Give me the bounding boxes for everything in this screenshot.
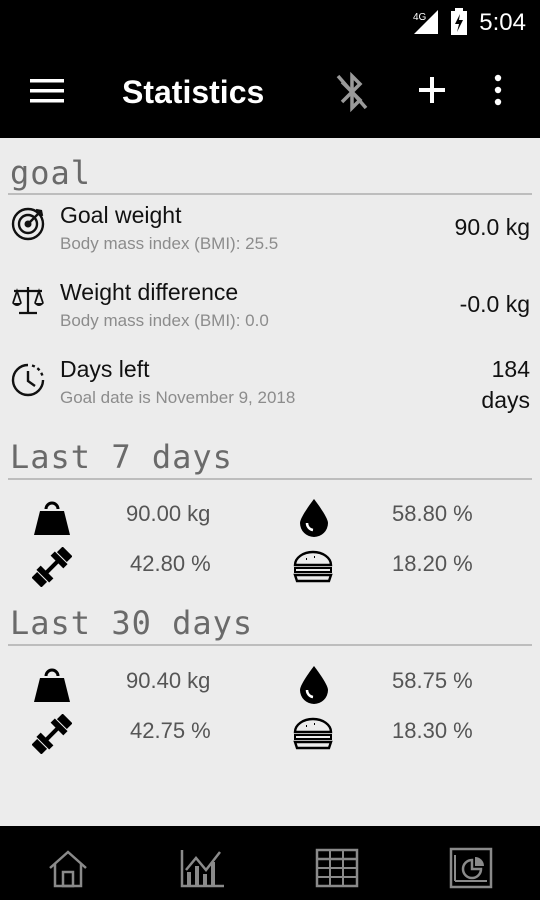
days-left-title: Days left	[60, 356, 150, 382]
last-30-muscle: 42.75 %	[0, 710, 270, 756]
goal-weight-row: Goal weight Body mass index (BMI): 25.5 …	[0, 198, 540, 272]
last-7-water-value: 58.80 %	[392, 501, 473, 526]
last-7-fat: 18.20 %	[270, 543, 540, 589]
last-30-fat-value: 18.30 %	[392, 718, 473, 743]
last-30-days-divider	[8, 644, 532, 646]
scale-icon	[10, 283, 46, 319]
burger-icon	[292, 714, 333, 754]
last-7-days-divider	[8, 478, 532, 480]
last-7-weight: 90.00 kg	[0, 493, 270, 539]
last-30-water-value: 58.75 %	[392, 668, 473, 693]
network-signal-icon: 4G	[410, 8, 440, 41]
menu-icon[interactable]	[28, 76, 68, 106]
table-icon[interactable]	[314, 846, 364, 892]
goal-weight-bmi: Body mass index (BMI): 25.5	[60, 234, 279, 253]
page-title: Statistics	[122, 74, 265, 110]
goal-weight-value: 90.0 kg	[454, 214, 530, 240]
goal-weight-title: Goal weight	[60, 202, 182, 228]
last-30-weight: 90.40 kg	[0, 660, 270, 706]
water-drop-icon	[294, 497, 334, 537]
last-7-muscle: 42.80 %	[0, 543, 270, 589]
dumbbell-icon	[31, 546, 73, 588]
goal-date: Goal date is November 9, 2018	[60, 388, 296, 407]
add-icon[interactable]	[414, 72, 450, 113]
last-30-fat: 18.30 %	[270, 710, 540, 756]
weight-icon	[32, 497, 72, 537]
weight-difference-value: -0.0 kg	[459, 291, 530, 317]
clock-icon	[10, 362, 46, 398]
battery-charging-icon	[450, 8, 468, 41]
weight-difference-title: Weight difference	[60, 279, 239, 305]
goal-section-title: goal	[10, 154, 92, 192]
last-30-weight-value: 90.40 kg	[126, 668, 211, 693]
weight-difference-row: Weight difference Body mass index (BMI):…	[0, 275, 540, 349]
last-7-weight-value: 90.00 kg	[126, 501, 211, 526]
burger-icon	[292, 547, 333, 587]
days-left-unit: days	[481, 387, 530, 413]
statistics-content: goal Goal weight Body mass index (BMI): …	[0, 138, 540, 826]
last-7-days-title: Last 7 days	[10, 438, 233, 476]
home-icon[interactable]	[44, 846, 94, 892]
bottom-navigation	[0, 826, 540, 900]
status-time: 5:04	[479, 9, 526, 36]
app-bar: Statistics	[0, 44, 540, 138]
last-7-water: 58.80 %	[270, 493, 540, 539]
last-30-days-title: Last 30 days	[10, 604, 254, 642]
status-bar: 4G 5:04	[0, 0, 540, 44]
more-vert-icon[interactable]	[492, 74, 504, 111]
bluetooth-disabled-icon[interactable]	[332, 70, 372, 119]
target-icon	[10, 206, 46, 242]
last-30-water: 58.75 %	[270, 660, 540, 706]
days-left-value: 184	[491, 356, 530, 382]
dumbbell-icon	[31, 713, 73, 755]
weight-icon	[32, 664, 72, 704]
water-drop-icon	[294, 664, 334, 704]
last-7-fat-value: 18.20 %	[392, 551, 473, 576]
goal-divider	[8, 193, 532, 195]
network-type-label: 4G	[413, 12, 427, 23]
statistics-icon[interactable]	[448, 846, 498, 892]
last-7-muscle-value: 42.80 %	[130, 551, 211, 576]
last-30-muscle-value: 42.75 %	[130, 718, 211, 743]
chart-icon[interactable]	[178, 846, 228, 892]
days-left-row: Days left Goal date is November 9, 2018 …	[0, 352, 540, 432]
weight-difference-bmi: Body mass index (BMI): 0.0	[60, 311, 269, 330]
